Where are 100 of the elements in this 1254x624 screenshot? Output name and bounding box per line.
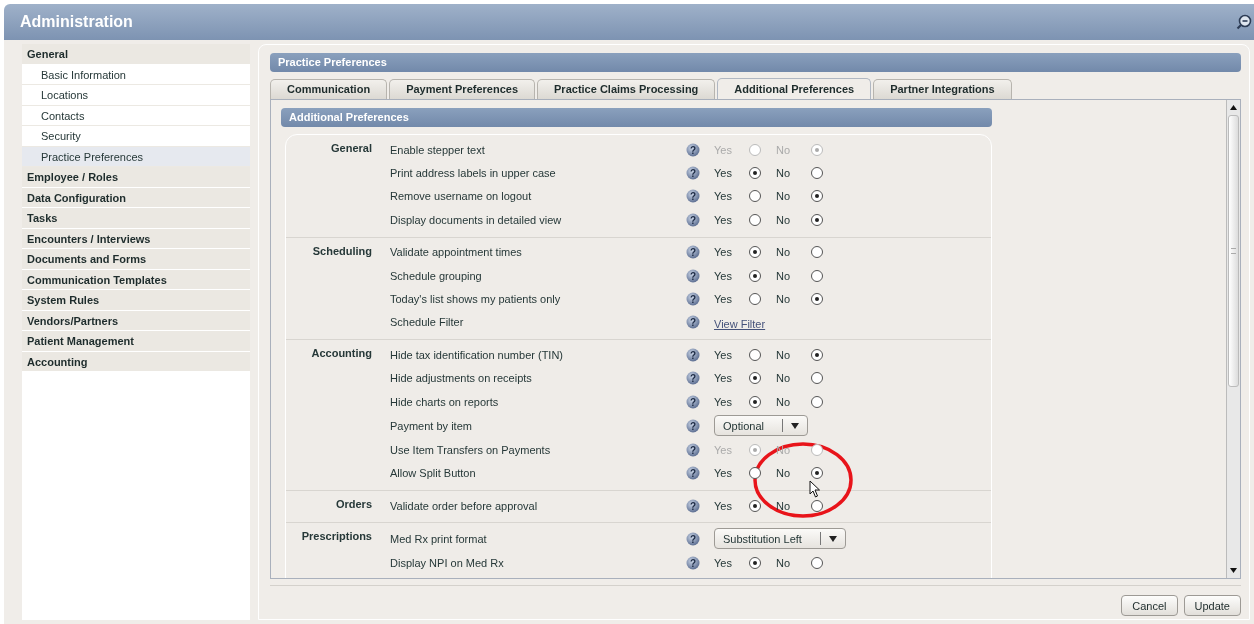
option-label: Yes bbox=[714, 167, 733, 180]
radio-button[interactable] bbox=[811, 190, 823, 203]
help-icon[interactable]: ? bbox=[686, 531, 700, 546]
cancel-button[interactable]: Cancel bbox=[1121, 595, 1178, 616]
dropdown[interactable]: Substitution Left bbox=[714, 528, 846, 550]
option-label: No bbox=[776, 499, 792, 512]
help-icon[interactable]: ? bbox=[686, 556, 700, 571]
option-label: No bbox=[776, 395, 792, 408]
help-icon[interactable]: ? bbox=[686, 212, 700, 227]
radio-button[interactable] bbox=[749, 557, 761, 570]
scroll-thumb[interactable] bbox=[1228, 115, 1239, 387]
view-filter-link[interactable]: View Filter bbox=[714, 317, 766, 330]
sidebar-group[interactable]: General bbox=[22, 44, 250, 65]
zoom-out-icon[interactable] bbox=[1236, 14, 1252, 30]
option-label: No bbox=[776, 348, 792, 361]
setting-label: Hide tax identification number (TIN) bbox=[390, 348, 564, 361]
group-label: Orders bbox=[335, 498, 372, 511]
update-button[interactable]: Update bbox=[1183, 595, 1241, 616]
group-label: Scheduling bbox=[312, 244, 372, 257]
dropdown[interactable]: Optional bbox=[714, 415, 808, 437]
group-label: Prescriptions bbox=[301, 530, 372, 543]
help-icon[interactable]: ? bbox=[686, 245, 700, 260]
setting-label: Hide charts on reports bbox=[390, 395, 500, 408]
radio-button[interactable] bbox=[811, 372, 823, 385]
option-label: No bbox=[776, 213, 792, 226]
sidebar-group[interactable]: Tasks bbox=[22, 208, 250, 229]
sidebar-group[interactable]: Communication Templates bbox=[22, 269, 250, 290]
radio-button[interactable] bbox=[749, 293, 761, 306]
radio-button[interactable] bbox=[749, 499, 761, 512]
setting-label: Allow Split Button bbox=[390, 467, 477, 480]
option-label: Yes bbox=[714, 395, 733, 408]
radio-button[interactable] bbox=[811, 293, 823, 306]
sidebar-group[interactable]: Employee / Roles bbox=[22, 167, 250, 188]
help-icon[interactable]: ? bbox=[686, 498, 700, 513]
radio-button[interactable] bbox=[811, 348, 823, 361]
scrollbar[interactable] bbox=[1226, 100, 1240, 578]
help-icon[interactable]: ? bbox=[686, 466, 700, 481]
option-label: No bbox=[776, 467, 792, 480]
help-icon[interactable]: ? bbox=[686, 394, 700, 409]
radio-button[interactable] bbox=[811, 467, 823, 480]
option-label: No bbox=[776, 190, 792, 203]
sidebar-group[interactable]: Accounting bbox=[22, 351, 250, 372]
group-label: Accounting bbox=[311, 347, 372, 360]
setting-label: Enable stepper text bbox=[390, 143, 486, 156]
setting-label: Med Rx print format bbox=[390, 532, 488, 545]
help-icon[interactable]: ? bbox=[686, 347, 700, 362]
option-label: Yes bbox=[714, 269, 733, 282]
section-header: Additional Preferences bbox=[281, 108, 992, 127]
option-label: No bbox=[776, 167, 792, 180]
tab[interactable]: Additional Preferences bbox=[717, 78, 872, 99]
radio-button[interactable] bbox=[749, 167, 761, 180]
radio-button[interactable] bbox=[749, 246, 761, 259]
radio-button[interactable] bbox=[811, 167, 823, 180]
tab[interactable]: Partner Integrations bbox=[873, 79, 1012, 99]
setting-label: Payment by item bbox=[390, 419, 473, 432]
radio-button[interactable] bbox=[749, 372, 761, 385]
setting-label: Validate order before approval bbox=[390, 499, 539, 512]
help-icon[interactable]: ? bbox=[686, 189, 700, 204]
radio-button[interactable] bbox=[749, 348, 761, 361]
sidebar-group[interactable]: Data Configuration bbox=[22, 187, 250, 208]
help-icon[interactable]: ? bbox=[686, 418, 700, 433]
radio-button[interactable] bbox=[811, 395, 823, 408]
radio-button[interactable] bbox=[811, 269, 823, 282]
option-label: Yes bbox=[714, 557, 733, 570]
radio-button[interactable] bbox=[749, 190, 761, 203]
help-icon[interactable]: ? bbox=[686, 315, 700, 330]
option-label: No bbox=[776, 246, 792, 259]
help-icon[interactable]: ? bbox=[686, 371, 700, 386]
tab[interactable]: Practice Claims Processing bbox=[537, 79, 716, 99]
help-icon[interactable]: ? bbox=[686, 292, 700, 307]
help-icon[interactable]: ? bbox=[686, 268, 700, 283]
help-icon[interactable]: ? bbox=[686, 166, 700, 181]
radio-button[interactable] bbox=[749, 213, 761, 226]
tab[interactable]: Communication bbox=[270, 79, 388, 99]
tab[interactable]: Payment Preferences bbox=[389, 79, 536, 99]
radio-button[interactable] bbox=[811, 213, 823, 226]
sidebar-group[interactable]: Documents and Forms bbox=[22, 249, 250, 270]
sidebar-item[interactable]: Practice Preferences bbox=[22, 146, 250, 167]
setting-label: Hide adjustments on receipts bbox=[390, 372, 533, 385]
radio-button[interactable] bbox=[811, 246, 823, 259]
radio-button[interactable] bbox=[749, 467, 761, 480]
radio-button[interactable] bbox=[811, 499, 823, 512]
radio-button[interactable] bbox=[749, 269, 761, 282]
option-label: Yes bbox=[714, 293, 733, 306]
option-label: Yes bbox=[714, 213, 733, 226]
option-label: Yes bbox=[714, 348, 733, 361]
setting-label: Display NPI on Med Rx bbox=[390, 557, 505, 570]
sidebar-group[interactable]: System Rules bbox=[22, 290, 250, 311]
option-label: Yes bbox=[714, 467, 733, 480]
radio-button[interactable] bbox=[811, 557, 823, 570]
scroll-down-icon[interactable] bbox=[1230, 568, 1237, 573]
setting-label: Validate appointment times bbox=[390, 246, 523, 259]
caret-icon bbox=[791, 422, 799, 429]
sidebar-group[interactable]: Patient Management bbox=[22, 331, 250, 352]
setting-label: Use Item Transfers on Payments bbox=[390, 444, 552, 456]
scroll-up-icon[interactable] bbox=[1230, 105, 1237, 110]
sidebar-group[interactable]: Vendors/Partners bbox=[22, 310, 250, 331]
sidebar-group[interactable]: Encounters / Interviews bbox=[22, 228, 250, 249]
option-label: Yes bbox=[714, 190, 733, 203]
radio-button[interactable] bbox=[749, 395, 761, 408]
